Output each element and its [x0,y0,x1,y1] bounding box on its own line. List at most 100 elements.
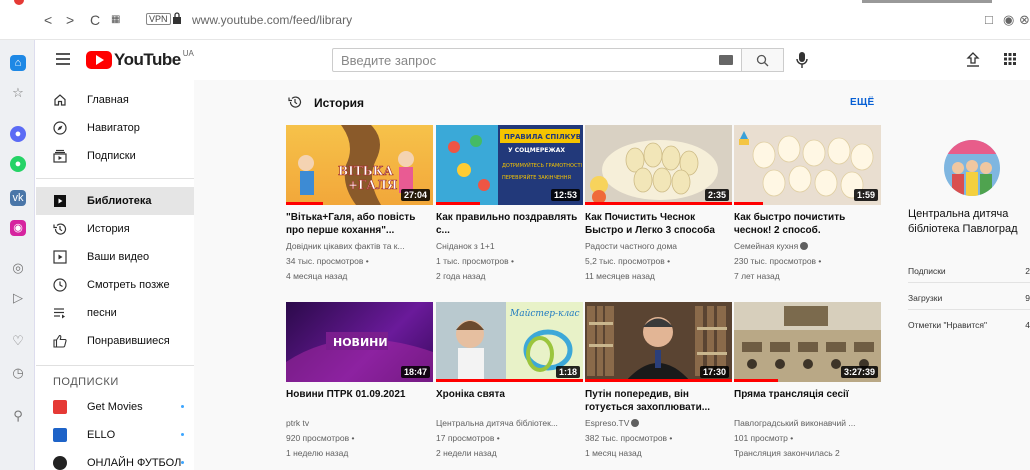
video-title[interactable]: Хроніка свята [436,388,583,414]
video-thumbnail[interactable]: 1:59 [734,125,881,205]
guide-item-liked[interactable]: Понравившиеся [36,327,194,355]
guide-item-your-videos[interactable]: Ваши видео [36,243,194,271]
video-card[interactable]: 2:35 Как Почистить Чеснок Быстро и Легко… [585,125,732,282]
subscription-item-get-movies[interactable]: Get Movies [36,393,194,421]
video-channel[interactable]: Семейная кухня [734,241,881,252]
vpn-badge[interactable]: VPN [146,13,171,25]
video-title[interactable]: Как правильно поздравлять с... [436,211,583,237]
search-box [332,48,742,72]
upload-icon[interactable] [966,52,980,68]
video-title[interactable]: Пряма трансляція сесії [734,388,881,414]
library-content: История ЕЩЁ ВІТЬКА +ГАЛЯ 27:04 "Вітька+Г… [194,80,1030,470]
speed-dial-icon[interactable]: ▦ [111,14,120,25]
snapshot-icon[interactable]: □ [985,12,993,27]
new-content-dot [181,433,184,436]
video-age: 1 неделю назад [286,448,349,458]
history-section-title[interactable]: История [314,96,364,110]
video-thumbnail[interactable]: Майстер-клас 1:18 [436,302,583,382]
video-channel[interactable]: Espreso.TV [585,418,732,429]
video-card[interactable]: Майстер-клас 1:18 Хроніка свята Централь… [436,302,583,459]
guide-item-subscriptions[interactable]: Подписки [36,142,194,170]
video-thumbnail[interactable]: ВІТЬКА +ГАЛЯ 27:04 [286,125,433,205]
video-card[interactable]: 3:27:39 Пряма трансляція сесії Павлоград… [734,302,881,459]
history-clock-icon[interactable]: ◷ [10,365,26,381]
video-title[interactable]: Как быстро почистить чеснок! 2 способ. [734,211,881,237]
close-icon[interactable]: ⊗ [1019,12,1030,28]
reload-icon[interactable]: C [90,12,100,28]
video-channel[interactable]: Довідник цікавих фактів та к... [286,241,433,252]
svg-text:ПЕРЕВІРЯЙТЕ ЗАКІНЧЕННЯ: ПЕРЕВІРЯЙТЕ ЗАКІНЧЕННЯ [502,174,571,181]
camera-icon[interactable]: ◉ [1003,12,1014,28]
opera-sidebar: ⌂ ☆ ● ● vk ◉ ◎ ▷ ♡ ◷ ⚲ [0,40,35,470]
instagram-icon[interactable]: ◉ [10,220,26,236]
pin-icon[interactable]: ⚲ [10,408,26,424]
apps-icon[interactable] [1004,53,1016,65]
stat-label: Подписки [908,266,946,276]
more-link[interactable]: ЕЩЁ [850,97,874,108]
video-duration: 17:30 [699,366,729,378]
forward-icon[interactable]: > [66,12,74,28]
video-thumbnail[interactable]: 3:27:39 [734,302,881,382]
channel-name[interactable]: Центральна дитяча бібліотека Павлоград [908,207,1030,237]
video-age: 7 лет назад [734,271,780,281]
back-icon[interactable]: < [44,12,52,28]
video-channel[interactable]: ptrk tv [286,418,433,429]
watch-progress [436,202,481,205]
video-channel[interactable]: Сніданок з 1+1 [436,241,583,252]
home-tile-icon[interactable]: ⌂ [10,55,26,71]
guide-item-home[interactable]: Главная [36,86,194,114]
new-content-dot [181,405,184,408]
guide-item-label: Библиотека [87,195,152,207]
search-button[interactable] [742,48,784,72]
video-title[interactable]: Новини ПТРК 01.09.2021 [286,388,433,414]
video-thumbnail[interactable]: 17:30 [585,302,732,382]
subscription-item-ello[interactable]: ELLO [36,421,194,449]
video-card[interactable]: ПРАВИЛА СПІЛКУВАННЯ У СОЦМЕРЕЖАХ ДОТРИМУ… [436,125,583,282]
search-input[interactable] [333,49,693,71]
video-channel[interactable]: Центральна дитяча бібліотек... [436,418,583,429]
video-channel-text: Семейная кухня [734,241,799,251]
video-card[interactable]: НОВИНИ 18:47 Новини ПТРК 01.09.2021 ptrk… [286,302,433,459]
bookmarks-icon[interactable]: ☆ [10,85,26,101]
messenger-icon[interactable]: ● [10,126,26,142]
guide-item-playlist[interactable]: песни [36,299,194,327]
guide-item-history[interactable]: История [36,215,194,243]
address-bar[interactable]: www.youtube.com/feed/library [192,13,352,27]
send-icon[interactable]: ▷ [10,290,26,306]
heart-icon[interactable]: ♡ [10,333,26,349]
video-channel-text: Espreso.TV [585,418,630,428]
guide-item-label: Смотреть позже [87,279,170,291]
video-channel[interactable]: Радости частного дома [585,241,732,252]
player-icon[interactable]: ◎ [10,260,26,276]
video-thumbnail[interactable]: ПРАВИЛА СПІЛКУВАННЯ У СОЦМЕРЕЖАХ ДОТРИМУ… [436,125,583,205]
video-age: 1 месяц назад [585,448,642,458]
channel-avatar[interactable] [944,140,1000,196]
subscription-item-online-football[interactable]: ОНЛАЙН ФУТБОЛ [36,449,194,470]
video-card[interactable]: 17:30 Путін попередив, він готується зах… [585,302,732,459]
microphone-icon[interactable] [794,51,810,69]
guide-item-explore[interactable]: Навигатор [36,114,194,142]
vk-icon[interactable]: vk [10,190,26,206]
channel-avatar-image [944,140,1000,196]
video-duration: 1:18 [555,366,580,378]
video-title[interactable]: Путін попередив, він готується захоплюва… [585,388,732,414]
video-thumbnail[interactable]: НОВИНИ 18:47 [286,302,433,382]
whatsapp-icon[interactable]: ● [10,156,26,172]
video-channel[interactable]: Павлоградський виконавчий ... [734,418,881,429]
guide-item-library[interactable]: Библиотека [36,187,194,215]
video-title[interactable]: "Вітька+Галя, або повість про перше коха… [286,211,433,237]
guide-item-label: Подписки [87,150,136,162]
guide-item-watch-later[interactable]: Смотреть позже [36,271,194,299]
menu-icon[interactable] [56,53,70,65]
video-card[interactable]: 1:59 Как быстро почистить чеснок! 2 спос… [734,125,881,282]
youtube-logo[interactable]: YouTube UA [86,49,194,70]
stat-row-subscriptions: Подписки 2 [908,266,1030,276]
keyboard-icon[interactable] [719,55,733,65]
stat-divider [908,282,1030,283]
video-age: 2 недели назад [436,448,497,458]
video-duration: 18:47 [400,366,430,378]
video-title[interactable]: Как Почистить Чеснок Быстро и Легко 3 сп… [585,211,732,237]
video-thumbnail[interactable]: 2:35 [585,125,732,205]
video-card[interactable]: ВІТЬКА +ГАЛЯ 27:04 "Вітька+Галя, або пов… [286,125,433,282]
watch-progress [734,202,764,205]
